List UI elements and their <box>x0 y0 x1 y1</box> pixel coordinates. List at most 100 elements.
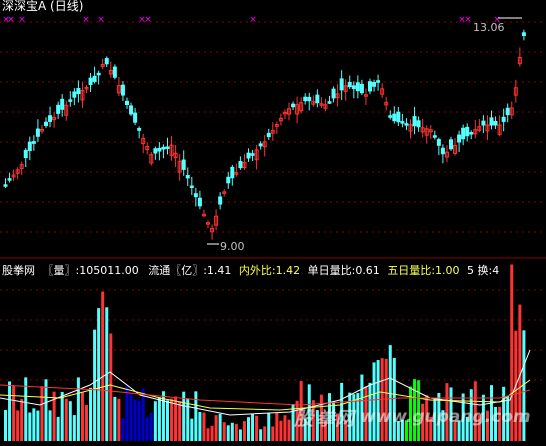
turnover-label: 换 <box>477 264 489 277</box>
volume-bar-43 <box>178 401 182 441</box>
daily-ratio-value: :0.61 <box>351 264 380 277</box>
volume-bar-8 <box>36 410 40 441</box>
volume-bar-51 <box>210 425 214 441</box>
candle-body-99 <box>404 123 409 126</box>
volume-bar-56 <box>230 422 234 441</box>
volume-label: 〖量〗 <box>42 264 76 277</box>
volume-bar-29 <box>121 418 125 441</box>
candle-body-11 <box>48 115 53 122</box>
candle-body-47 <box>193 193 198 198</box>
volume-bar-47 <box>194 391 198 441</box>
volume-bar-52 <box>214 415 218 441</box>
candle-body-63 <box>258 143 263 147</box>
candle-body-10 <box>44 121 48 126</box>
volume-bar-64 <box>263 426 267 441</box>
volume-bar-68 <box>279 420 283 441</box>
volume-bar-19 <box>80 392 84 441</box>
candle-body-58 <box>238 161 243 169</box>
volume-bar-17 <box>72 415 76 441</box>
five-label: 5 <box>467 264 475 277</box>
candle-body-92 <box>376 80 381 83</box>
low-price-label: 9.00 <box>220 240 245 253</box>
candle-body-5 <box>23 149 28 159</box>
volume-bar-58 <box>238 429 242 441</box>
candle-body-123 <box>501 116 506 122</box>
top-marker-7: × <box>249 15 257 25</box>
candle-body-120 <box>489 117 494 126</box>
candle-body-21 <box>88 77 93 85</box>
candle-body-53 <box>218 196 223 205</box>
volume-bar-9 <box>40 386 44 441</box>
volume-bar-4 <box>20 399 24 441</box>
float-label: 流通〖亿〗 <box>148 264 204 277</box>
volume-bar-27 <box>113 396 117 441</box>
chart-stage: × × × × × × × × × × × 深深宝A (日线) 13.06 9.00 股拳网 〖量〗… <box>0 0 546 442</box>
volume-bar-48 <box>198 411 202 441</box>
volume-bar-63 <box>259 429 263 441</box>
five-day-ratio-label: 五日量比 <box>387 264 432 277</box>
candle-body-121 <box>493 121 498 126</box>
volume-bar-55 <box>226 425 230 441</box>
candle-body-1 <box>7 178 12 181</box>
candle-body-48 <box>197 197 202 207</box>
volume-bar-21 <box>89 387 93 441</box>
volume-bar-49 <box>202 412 206 441</box>
volume-bar-66 <box>271 426 275 441</box>
candle-body-118 <box>481 120 486 126</box>
volume-bar-70 <box>287 419 291 441</box>
volume-bar-59 <box>242 421 246 441</box>
inout-ratio-label: 内外比 <box>238 264 272 277</box>
volume-bar-32 <box>133 399 137 441</box>
candle-body-27 <box>112 66 117 78</box>
candle-body-83 <box>339 78 344 91</box>
candle-body-60 <box>246 152 251 159</box>
volume-bar-50 <box>206 428 210 441</box>
volume-bar-31 <box>129 392 133 441</box>
candle-body-61 <box>250 153 255 156</box>
volume-bar-22 <box>93 329 97 441</box>
top-marker-3: × <box>82 15 90 25</box>
candle-body-6 <box>27 141 32 151</box>
volume-bar-45 <box>186 398 190 441</box>
candle-body-96 <box>392 113 397 122</box>
candle-body-77 <box>315 94 320 104</box>
candle-body-25 <box>104 58 109 65</box>
volume-bar-6 <box>28 412 32 441</box>
volume-bar-46 <box>190 418 194 441</box>
kline-chart-svg[interactable]: ×× × × × ×× × ×× × <box>0 0 546 442</box>
top-marker-9: × <box>464 15 472 25</box>
candle-body-31 <box>129 105 134 115</box>
candle-body-46 <box>189 185 194 188</box>
candle-body-14 <box>60 98 65 110</box>
candle-body-18 <box>76 88 81 95</box>
five-day-ratio-value: :1.00 <box>431 264 460 277</box>
volume-bar-54 <box>222 422 226 441</box>
candle-body-95 <box>388 115 393 118</box>
candle-body-106 <box>432 135 437 138</box>
candle-body-128 <box>521 32 526 36</box>
volume-bar-11 <box>48 410 52 441</box>
top-marker-4: × <box>97 15 105 25</box>
volume-bar-94 <box>384 358 388 441</box>
candle-body-81 <box>331 88 336 99</box>
candle-body-85 <box>347 81 352 88</box>
candle-body-75 <box>307 96 312 102</box>
turnover-value: :4 <box>488 264 500 277</box>
volume-bar-0 <box>4 410 7 441</box>
volume-bar-30 <box>125 385 129 441</box>
candle-body-44 <box>181 159 186 170</box>
candle-body-7 <box>31 141 36 144</box>
candle-body-107 <box>436 139 441 146</box>
volume-bar-62 <box>255 415 259 441</box>
float-value: :1.41 <box>203 264 232 277</box>
candle-body-40 <box>165 146 170 149</box>
volume-bar-24 <box>101 291 105 441</box>
volume-bar-26 <box>109 333 113 441</box>
volume-bar-87 <box>356 393 360 441</box>
watermark-url: www.gupang.com <box>360 407 531 427</box>
volume-bar-61 <box>251 414 255 441</box>
candle-body-23 <box>96 72 101 76</box>
volume-bar-33 <box>137 400 141 441</box>
volume-bar-69 <box>283 415 287 441</box>
candle-body-74 <box>303 96 308 102</box>
